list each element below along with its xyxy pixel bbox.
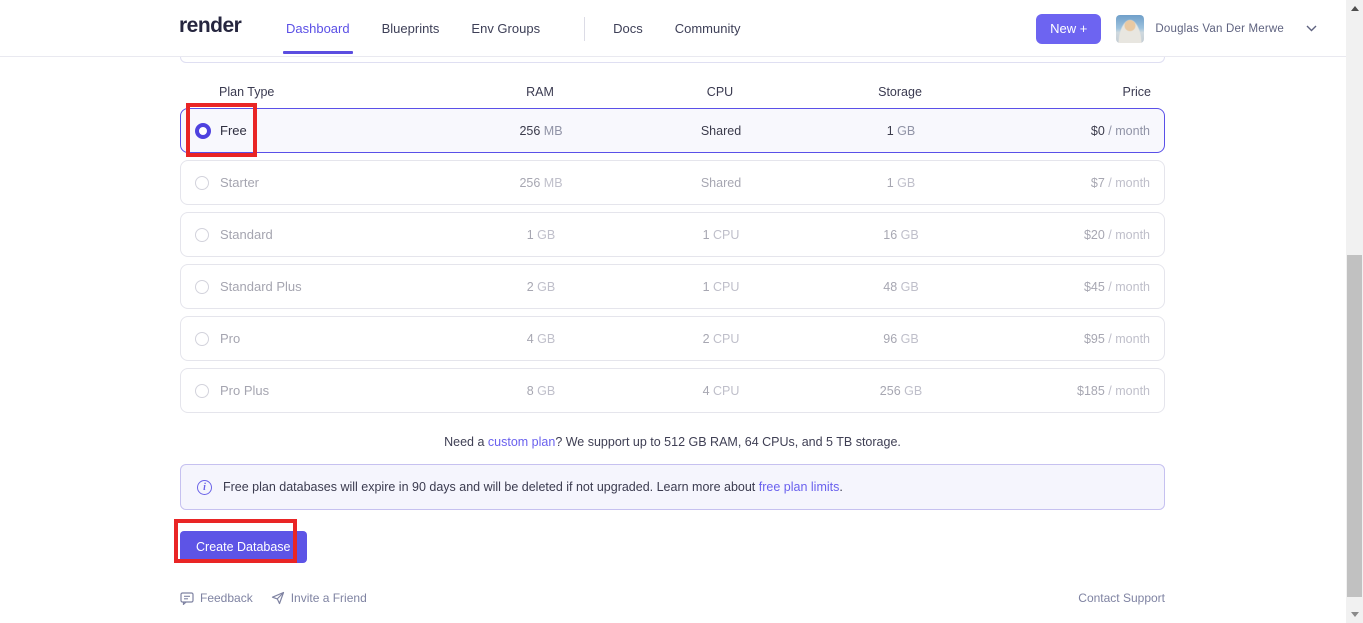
feedback-button[interactable]: Feedback [180,591,253,605]
feedback-icon [180,592,194,605]
plan-name: Pro [220,331,240,346]
plan-radio[interactable] [195,332,209,346]
plan-type-cell: Standard [181,227,451,242]
nav-tab-env-groups[interactable]: Env Groups [471,21,540,36]
nav-right: New + Douglas Van Der Merwe [1036,0,1329,57]
plan-cell: Shared [631,124,811,138]
column-header-cpu: CPU [630,85,810,99]
invite-a-friend-button[interactable]: Invite a Friend [271,591,367,605]
plan-radio[interactable] [195,176,209,190]
scrollbar-up-arrow[interactable] [1346,0,1363,17]
contact-support-link[interactable]: Contact Support [1078,591,1165,605]
scrollbar-thumb[interactable] [1347,255,1362,597]
invite-label: Invite a Friend [291,591,367,605]
plan-type-cell: Standard Plus [181,279,451,294]
plan-type-cell: Starter [181,175,451,190]
plan-row-standard-plus[interactable]: Standard Plus 2 GB1 CPU48 GB$45 / month [180,264,1165,309]
plan-cell: 4 GB [451,332,631,346]
plan-cell: 256 MB [451,176,631,190]
plan-cell: 1 GB [451,228,631,242]
custom-plan-note: Need a custom plan? We support up to 512… [180,435,1165,449]
scrolled-input-remnant [180,57,1165,63]
plan-cell: 1 GB [811,124,991,138]
plan-cell: $45 / month [991,280,1164,294]
plan-cell: $20 / month [991,228,1164,242]
nav-divider [584,17,585,41]
plan-cell: 4 CPU [631,384,811,398]
send-icon [271,591,285,605]
plan-cell: Shared [631,176,811,190]
nav-tab-dashboard[interactable]: Dashboard [286,21,350,36]
plan-cell: 48 GB [811,280,991,294]
plan-radio[interactable] [195,384,209,398]
column-header-storage: Storage [810,85,990,99]
user-name[interactable]: Douglas Van Der Merwe [1155,23,1284,35]
plan-table-header: Plan Type RAM CPU Storage Price [180,84,1165,100]
new-button[interactable]: New + [1036,14,1101,44]
nav-tab-community[interactable]: Community [675,21,741,36]
top-nav: render Dashboard Blueprints Env Groups D… [0,0,1346,57]
avatar[interactable] [1116,15,1144,43]
plan-cell: 256 MB [451,124,631,138]
custom-plan-prefix: Need a [444,435,488,449]
plan-type-cell: Pro Plus [181,383,451,398]
plan-cell: $185 / month [991,384,1164,398]
chevron-down-icon[interactable] [1306,25,1317,32]
custom-plan-link[interactable]: custom plan [488,435,555,449]
plan-cell: 1 CPU [631,228,811,242]
render-logo[interactable]: render [179,14,241,38]
page-footer: Feedback Invite a Friend Contact Support [180,591,1165,605]
plan-name: Standard [220,227,273,242]
plan-radio[interactable] [195,228,209,242]
plan-cell: $95 / month [991,332,1164,346]
plan-row-pro[interactable]: Pro 4 GB2 CPU96 GB$95 / month [180,316,1165,361]
plan-name: Standard Plus [220,279,302,294]
plan-rows: Free256 MBShared1 GB$0 / month Starter 256… [180,108,1165,413]
banner-text-period: . [839,480,842,494]
scrollbar-down-arrow[interactable] [1346,606,1363,623]
plan-name: Pro Plus [220,383,269,398]
nav-links: Dashboard Blueprints Env Groups Docs Com… [286,0,772,57]
column-header-plan-type: Plan Type [180,85,450,99]
plan-radio[interactable] [195,280,209,294]
plan-row-standard[interactable]: Standard 1 GB1 CPU16 GB$20 / month [180,212,1165,257]
main-content: Plan Type RAM CPU Storage Price Free256 … [180,57,1165,605]
column-header-price: Price [990,85,1165,99]
plan-row-starter[interactable]: Starter 256 MBShared1 GB$7 / month [180,160,1165,205]
annotation-box-free-plan [186,103,257,157]
plan-row-pro-plus[interactable]: Pro Plus 8 GB4 CPU256 GB$185 / month [180,368,1165,413]
plan-cell: $7 / month [991,176,1164,190]
plan-cell: 2 CPU [631,332,811,346]
plan-name: Starter [220,175,259,190]
banner-text: Free plan databases will expire in 90 da… [223,480,843,494]
plan-cell: 256 GB [811,384,991,398]
plan-cell: 8 GB [451,384,631,398]
free-plan-info-banner: i Free plan databases will expire in 90 … [180,464,1165,510]
plan-row-free[interactable]: Free256 MBShared1 GB$0 / month [180,108,1165,153]
plan-type-cell: Pro [181,331,451,346]
banner-text-main: Free plan databases will expire in 90 da… [223,480,759,494]
scrollbar[interactable] [1346,0,1363,623]
plan-cell: 16 GB [811,228,991,242]
plan-cell: $0 / month [991,124,1164,138]
annotation-box-create-database [174,519,297,563]
column-header-ram: RAM [450,85,630,99]
nav-tab-blueprints[interactable]: Blueprints [382,21,440,36]
feedback-label: Feedback [200,591,253,605]
plan-cell: 96 GB [811,332,991,346]
plan-cell: 2 GB [451,280,631,294]
custom-plan-suffix: ? We support up to 512 GB RAM, 64 CPUs, … [555,435,901,449]
nav-tab-docs[interactable]: Docs [613,21,643,36]
plan-cell: 1 GB [811,176,991,190]
free-plan-limits-link[interactable]: free plan limits [759,480,840,494]
plan-cell: 1 CPU [631,280,811,294]
info-icon: i [197,480,212,495]
